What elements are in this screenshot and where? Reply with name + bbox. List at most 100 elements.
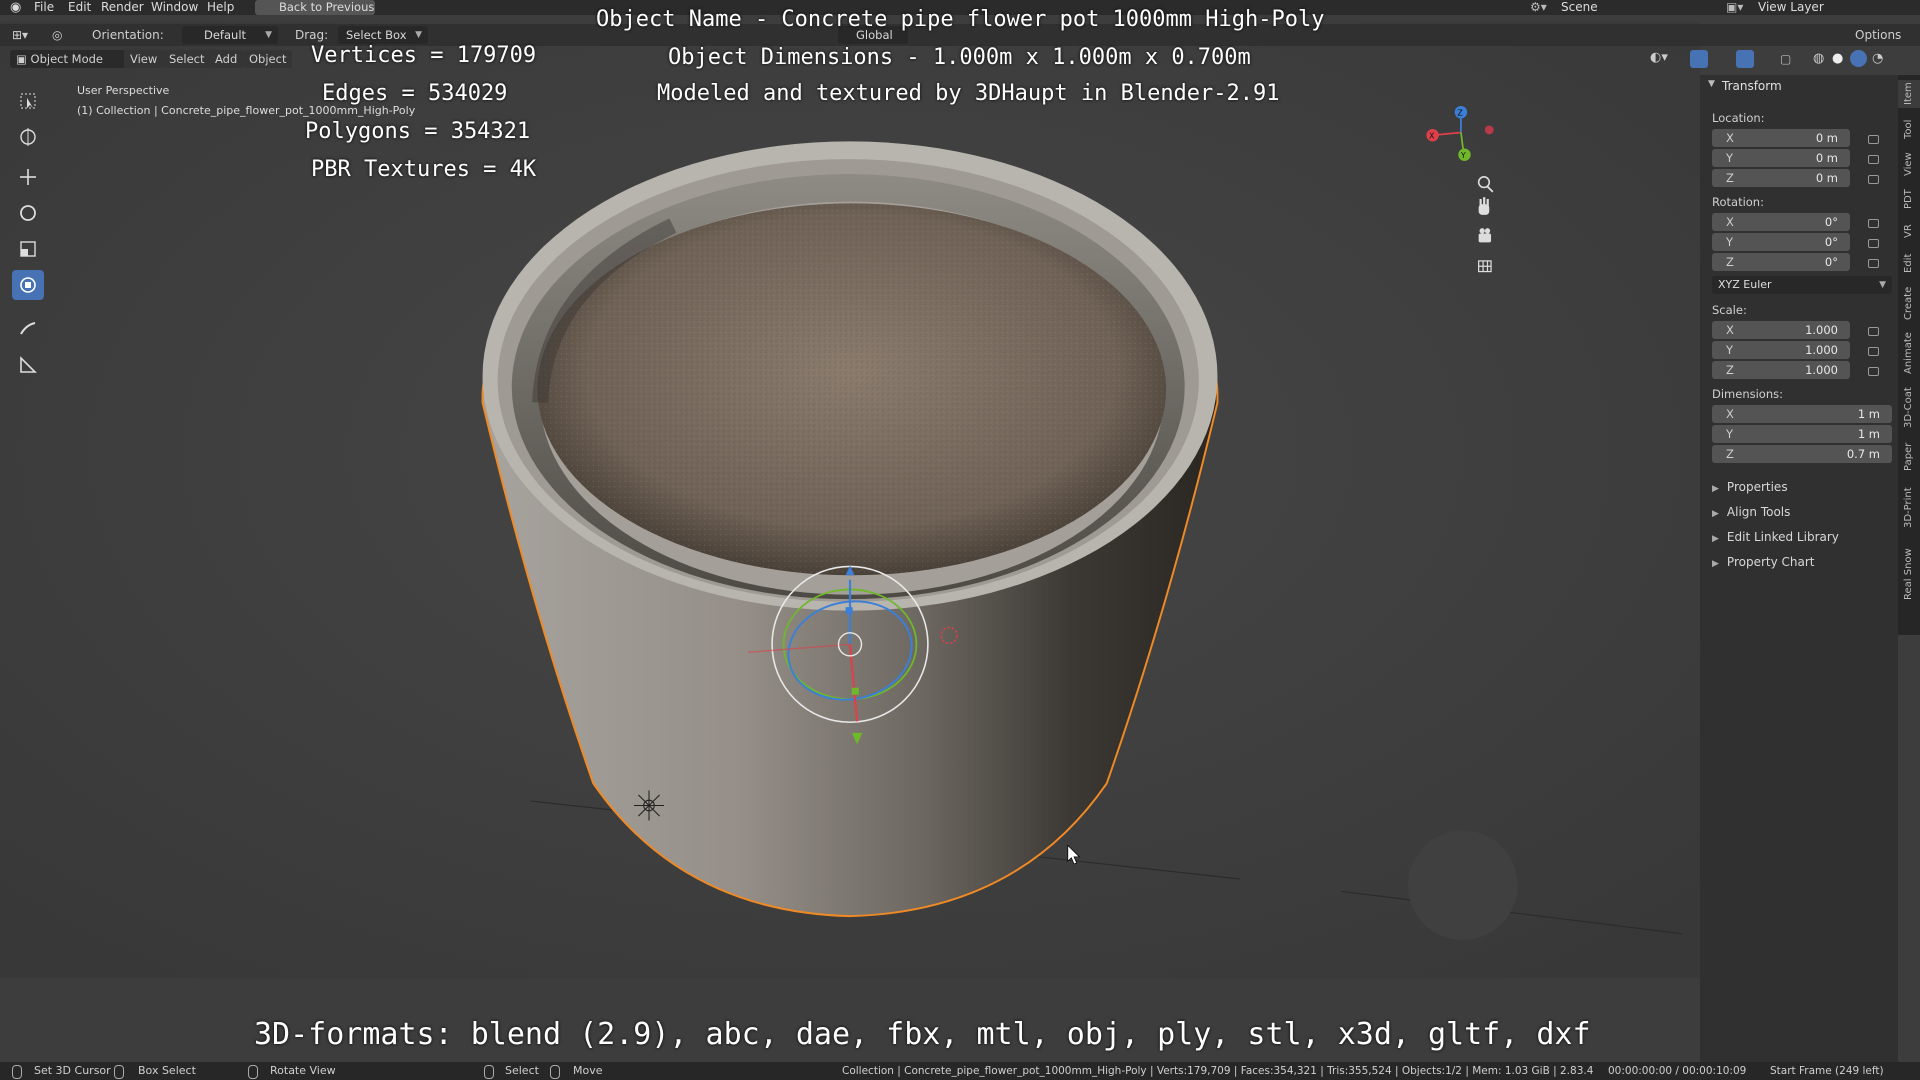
orientation-dropdown[interactable]: Default ▼	[182, 26, 278, 44]
status-select: Select	[505, 1064, 539, 1077]
object-dimensions-label: Object Dimensions - 1.000m x 1.000m x 0.…	[668, 45, 1251, 70]
object-menu[interactable]: Object	[243, 50, 293, 68]
pan-hand-icon[interactable]	[1478, 197, 1490, 215]
field-value: 1 m	[1857, 427, 1880, 441]
rotation-mode-value: XYZ Euler	[1718, 278, 1772, 291]
tab-item[interactable]: Item	[1898, 80, 1920, 108]
lock-icon[interactable]	[1868, 327, 1879, 336]
menu-file[interactable]: File	[34, 0, 54, 15]
scale-y-field[interactable]: Y 1.000	[1712, 341, 1850, 359]
axis-label: Y	[1726, 343, 1734, 357]
overlay-toggle-icon[interactable]	[1736, 50, 1754, 68]
dimensions-x-field[interactable]: X 1 m	[1712, 405, 1892, 423]
scene-icon[interactable]: ⚙▾	[1530, 0, 1547, 15]
property-chart-panel-header[interactable]: ▶ Property Chart	[1712, 555, 1815, 569]
menu-window[interactable]: Window	[151, 0, 198, 15]
wireframe-shading-icon[interactable]: ◍	[1813, 51, 1824, 66]
back-to-previous-label: Back to Previous	[279, 0, 375, 14]
measure-tool[interactable]	[12, 350, 44, 380]
drag-dropdown[interactable]: Select Box ▼	[338, 26, 428, 44]
blender-logo-icon[interactable]: ◉	[10, 0, 21, 15]
object-mode-dropdown[interactable]: ▣ Object Mode	[10, 50, 126, 68]
rendered-shading-icon[interactable]: ◔	[1872, 51, 1883, 66]
tab-3d-coat[interactable]: 3D-Coat	[1898, 383, 1920, 433]
properties-panel-header[interactable]: ▶ Properties	[1712, 480, 1788, 494]
options-button[interactable]: Options	[1855, 24, 1901, 46]
lock-icon[interactable]	[1868, 155, 1879, 164]
add-menu[interactable]: Add	[209, 50, 244, 68]
location-y-field[interactable]: Y 0 m	[1712, 149, 1850, 167]
view-menu[interactable]: View	[124, 50, 164, 68]
lock-icon[interactable]	[1868, 239, 1879, 248]
rotation-z-field[interactable]: Z 0°	[1712, 253, 1850, 271]
panel-title: Properties	[1726, 480, 1788, 494]
scale-x-field[interactable]: X 1.000	[1712, 321, 1850, 339]
menu-help[interactable]: Help	[207, 0, 234, 15]
visibility-icon[interactable]: ◐▾	[1650, 50, 1668, 65]
lock-icon[interactable]	[1868, 219, 1879, 228]
align-tools-panel-header[interactable]: ▶ Align Tools	[1712, 505, 1790, 519]
cursor-tool[interactable]	[12, 122, 44, 152]
material-shading-icon[interactable]	[1850, 50, 1867, 67]
tab-animate[interactable]: Animate	[1898, 329, 1920, 377]
view-layer-icon[interactable]: ▣▾	[1726, 0, 1743, 15]
xray-icon[interactable]: ▢	[1780, 52, 1791, 66]
tab-create[interactable]: Create	[1898, 283, 1920, 323]
sidebar-panel: ▼ Transform Location: X 0 m Y 0 m Z 0 m Rot…	[1700, 75, 1898, 1075]
back-to-previous-button[interactable]: Back to Previous	[255, 0, 375, 15]
drag-value: Select Box	[346, 28, 407, 42]
transform-tool[interactable]	[12, 270, 44, 300]
view-layer-selector[interactable]: View Layer	[1758, 0, 1824, 15]
field-value: 0 m	[1815, 151, 1838, 165]
menu-edit[interactable]: Edit	[68, 0, 91, 15]
tab-3d-print[interactable]: 3D-Print	[1898, 481, 1920, 535]
field-value: 0 m	[1815, 171, 1838, 185]
dimensions-z-field[interactable]: Z 0.7 m	[1712, 445, 1892, 463]
gizmo-toggle-icon[interactable]	[1690, 50, 1708, 68]
mouse-drag-icon	[114, 1065, 124, 1079]
active-tool-icon[interactable]: ◎	[52, 24, 62, 46]
edit-linked-library-panel-header[interactable]: ▶ Edit Linked Library	[1712, 530, 1839, 544]
editor-type-icon[interactable]: ⊞▾	[12, 24, 28, 46]
rotation-y-field[interactable]: Y 0°	[1712, 233, 1850, 251]
lock-icon[interactable]	[1868, 135, 1879, 144]
chevron-down-icon: ▼	[265, 30, 272, 40]
panel-title: Edit Linked Library	[1726, 530, 1839, 544]
chevron-down-icon: ▼	[1708, 79, 1715, 89]
tab-pdt[interactable]: PDT	[1898, 185, 1920, 213]
lock-icon[interactable]	[1868, 259, 1879, 268]
scale-tool[interactable]	[12, 234, 44, 264]
rotation-label: Rotation:	[1712, 195, 1764, 209]
lock-icon[interactable]	[1868, 367, 1879, 376]
tab-vr[interactable]: VR	[1898, 219, 1920, 243]
lock-icon[interactable]	[1868, 175, 1879, 184]
menu-render[interactable]: Render	[101, 0, 144, 15]
chevron-down-icon: ▼	[1879, 280, 1886, 290]
solid-shading-icon[interactable]: ●	[1832, 51, 1843, 66]
select-menu[interactable]: Select	[163, 50, 211, 68]
sidebar-tabs: Item Tool View PDT VR Edit Create Animat…	[1898, 75, 1920, 635]
rotate-tool[interactable]	[12, 198, 44, 228]
location-x-field[interactable]: X 0 m	[1712, 129, 1850, 147]
scale-z-field[interactable]: Z 1.000	[1712, 361, 1850, 379]
tab-real-snow[interactable]: Real Snow	[1898, 541, 1920, 607]
rotation-mode-dropdown[interactable]: XYZ Euler ▼	[1712, 276, 1892, 294]
tab-edit[interactable]: Edit	[1898, 249, 1920, 277]
light-gizmo[interactable]	[633, 790, 665, 821]
select-box-tool[interactable]	[12, 86, 44, 116]
lock-icon[interactable]	[1868, 347, 1879, 356]
move-tool[interactable]	[12, 162, 44, 192]
annotate-tool[interactable]	[12, 314, 44, 344]
3d-viewport[interactable]: Z X Y	[0, 0, 1700, 1000]
tab-paper[interactable]: Paper	[1898, 439, 1920, 475]
transform-panel-header[interactable]: ▼ Transform	[1700, 75, 1898, 97]
rotation-x-field[interactable]: X 0°	[1712, 213, 1850, 231]
field-value: 0.7 m	[1846, 447, 1880, 461]
tab-view[interactable]: View	[1898, 149, 1920, 179]
dimensions-y-field[interactable]: Y 1 m	[1712, 425, 1892, 443]
chevron-right-icon: ▶	[1712, 559, 1719, 569]
scene-selector[interactable]: Scene	[1561, 0, 1598, 15]
location-z-field[interactable]: Z 0 m	[1712, 169, 1850, 187]
status-box-select: Box Select	[138, 1064, 196, 1077]
tab-tool[interactable]: Tool	[1898, 115, 1920, 143]
